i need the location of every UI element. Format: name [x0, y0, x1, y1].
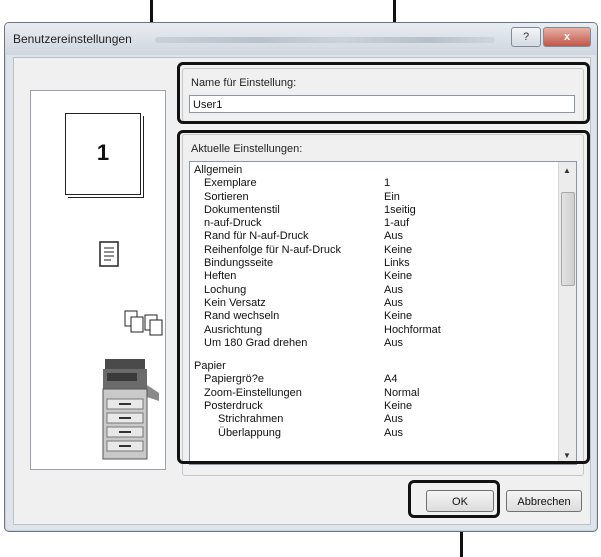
- printer-icon: [102, 359, 159, 460]
- close-button[interactable]: x: [543, 27, 591, 47]
- highlight-ok-button: [408, 480, 500, 518]
- page-preview: 1: [65, 113, 141, 195]
- page-number: 1: [96, 140, 110, 165]
- title-bar-blur: [155, 37, 495, 43]
- highlight-name-group: [177, 62, 590, 124]
- title-bar[interactable]: Benutzereinstellungen ? x: [5, 23, 597, 55]
- help-button[interactable]: ?: [511, 27, 541, 47]
- highlight-settings-group: [177, 130, 590, 464]
- copies-icon: [124, 310, 163, 336]
- window-title: Benutzereinstellungen: [13, 32, 132, 46]
- print-preview-panel: 1: [30, 90, 166, 470]
- cancel-button[interactable]: Abbrechen: [506, 490, 582, 512]
- document-icon: [99, 241, 119, 267]
